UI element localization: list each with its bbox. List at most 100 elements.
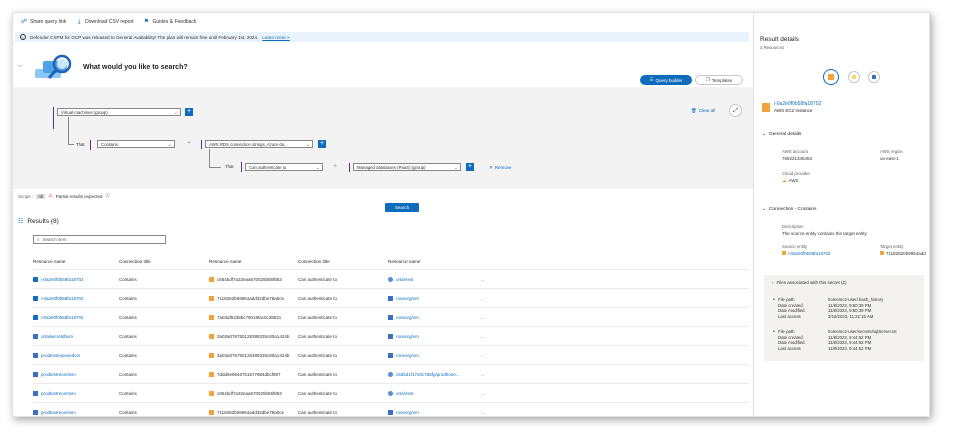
- more-actions-button[interactable]: ...: [481, 403, 501, 416]
- search-icon: ⌕: [37, 237, 40, 242]
- connection-title: Can authenticate to: [298, 371, 338, 377]
- chevron-down-icon: ⌄: [453, 164, 458, 171]
- resource-link[interactable]: roneorg/vm: [388, 403, 478, 416]
- resource-link[interactable]: roneorg/vm: [388, 308, 478, 326]
- templates-toggle[interactable]: ❐ Templates: [695, 75, 743, 85]
- table-row[interactable]: i-0a2e0f0b58fa18702 Contains 7118282b59954…: [33, 289, 749, 308]
- table-row[interactable]: ortalsecretdbvm Contains 3a03a076750128389…: [33, 327, 749, 346]
- general-details-title: General details: [769, 132, 802, 137]
- resource-cell: 7118282b59954add32dbe78a0ce: [209, 403, 297, 416]
- results-search-input[interactable]: ⌕ Search item: [33, 235, 166, 244]
- more-actions-button[interactable]: ...: [481, 346, 501, 364]
- share-query-link-button[interactable]: ☍ Share query link: [21, 19, 66, 25]
- resource-link[interactable]: prodtestrecentvm: [33, 365, 118, 383]
- more-actions-button[interactable]: ...: [481, 365, 501, 383]
- vm-resource-tab[interactable]: [868, 71, 880, 83]
- connection-title: Contains: [119, 276, 137, 282]
- resource-name: c5d5d1f17d4c756fg/prodhone...: [396, 371, 460, 377]
- add-condition-button[interactable]: +: [466, 163, 474, 171]
- file-icon: [209, 390, 214, 396]
- query-builder-toggle[interactable]: ☰ Query builder: [640, 75, 692, 85]
- source-entity-label: Source entity: [782, 244, 808, 249]
- resource-name: 7118282b59954add32dbe78a0ce: [217, 295, 284, 301]
- table-row[interactable]: i-0a2e0f0b58fa18702 Contains c854bdf7a32ea…: [33, 270, 749, 289]
- resource-link[interactable]: ortal-test: [388, 384, 478, 402]
- table-row[interactable]: prodtestrecentvm Contains c854bdf7a32eaa67…: [33, 384, 749, 403]
- results-header: ☷ Results (8): [18, 218, 59, 225]
- relation-select[interactable]: Contains ⌄: [97, 140, 175, 148]
- table-row[interactable]: prodtestrecentvm Contains 7118282b59954add…: [33, 403, 749, 416]
- column-header[interactable]: Connection title: [298, 253, 386, 269]
- download-csv-button[interactable]: ⤓ Download CSV report: [76, 19, 134, 25]
- files-section: › Files associated with this secret (2) …: [764, 275, 924, 361]
- tree-line: [68, 117, 69, 145]
- file-field-value: 11/8/2023, 9:44:52 PM: [828, 334, 872, 340]
- relation-value: Contains: [101, 141, 118, 147]
- general-details-toggle[interactable]: ⌄ General details: [762, 132, 801, 137]
- ec2-resource-tab[interactable]: [823, 69, 839, 85]
- connection-toggle[interactable]: ⌄ Connection - Contains: [762, 207, 817, 212]
- expand-icon[interactable]: ⤢: [729, 104, 742, 117]
- resource-link[interactable]: prodtestexposedvm: [33, 346, 118, 364]
- table-row[interactable]: i-0a2e0f0b58fa18702 Contains 7a03af5338bc7…: [33, 308, 749, 327]
- column-header[interactable]: Connection title: [119, 253, 207, 269]
- result-details-panel: Result details 3 Resources i-0a2e0f0b58f…: [754, 13, 929, 416]
- s3-resource-tab[interactable]: [848, 71, 860, 83]
- remove-button[interactable]: ✕ Remove: [489, 165, 512, 171]
- connection-title: Contains: [119, 333, 137, 339]
- resource-cell: 7a03af5338bc79019fac0c38531: [209, 308, 297, 326]
- relation-select[interactable]: Can authenticate to ⌄: [245, 163, 323, 171]
- more-actions-button[interactable]: ...: [481, 289, 501, 307]
- resource-name: prodtestrecentvm: [41, 409, 76, 415]
- table-row[interactable]: prodtestexposedvm Contains 3a03a0767501283…: [33, 346, 749, 365]
- resource-name-link[interactable]: i-0a2e0f0b58fa18702: [774, 101, 821, 107]
- more-actions-button[interactable]: ...: [481, 308, 501, 326]
- templates-icon: ❐: [705, 77, 710, 82]
- resource-link[interactable]: prodtestrecentvm: [33, 403, 118, 416]
- resource-link[interactable]: i-0a2e0f0b58fa18702: [33, 289, 118, 307]
- learn-more-link[interactable]: Learn more >: [262, 35, 289, 40]
- resource-link[interactable]: roneorg/vm: [388, 327, 478, 345]
- resource-type-select[interactable]: Virtual machines (group) ⌄: [57, 108, 181, 116]
- file-field-value: 11/8/2023, 9:44:52 PM: [828, 340, 872, 345]
- resource-link[interactable]: prodtestrecentvm: [33, 384, 118, 402]
- chevron-down-icon: ⌄: [305, 141, 310, 148]
- connection-title: Can authenticate to: [298, 409, 338, 415]
- ec2-icon: [33, 295, 38, 301]
- guides-feedback-button[interactable]: ⚑ Guides & Feedback: [144, 19, 197, 25]
- column-header[interactable]: Resource name: [209, 253, 297, 269]
- resource-link[interactable]: ortal-test: [388, 270, 478, 288]
- group-indicator: [201, 140, 203, 149]
- entity-select[interactable]: Managed databases (PaaS) (group) ⌄: [353, 163, 461, 171]
- scope-value[interactable]: All: [36, 193, 46, 199]
- resource-link[interactable]: ortalsecretdbvm: [33, 327, 118, 345]
- file-icon: [209, 333, 214, 339]
- aws-account-label: AWS account: [782, 149, 808, 154]
- file-field-label: Last access: [778, 345, 801, 351]
- source-entity-link[interactable]: i-0a2e0f0b58fa18702: [782, 251, 831, 256]
- column-header[interactable]: Resource name: [388, 253, 478, 269]
- files-toggle[interactable]: › Files associated with this secret (2): [772, 280, 847, 285]
- more-actions-button[interactable]: ...: [481, 270, 501, 288]
- resource-link[interactable]: i-0a2e0f0b58fa18702: [33, 308, 118, 326]
- collapse-chevron-icon[interactable]: ⌵: [18, 63, 23, 70]
- resource-link[interactable]: c5d5d1f17d4c756fg/prodhone...: [388, 365, 478, 383]
- info-icon: ⓘ: [105, 193, 111, 198]
- search-button[interactable]: Search: [385, 203, 419, 212]
- scope-bar: Scope : All ⚠ Partial results expected ⓘ: [18, 193, 110, 199]
- resource-link[interactable]: i-0a2e0f0b58fa18702: [33, 270, 118, 288]
- column-header[interactable]: Resource name: [33, 253, 118, 269]
- add-condition-button[interactable]: +: [185, 108, 193, 116]
- table-row[interactable]: prodtestrecentvm Contains 7ddd6e96467b1677…: [33, 365, 749, 384]
- resource-link[interactable]: roneorg/vm: [388, 346, 478, 364]
- resource-name: 7118282b59954add32dbe78a0ce: [217, 409, 284, 415]
- more-actions-button[interactable]: ...: [481, 327, 501, 345]
- entity-select[interactable]: AWS RDS connection strings, Azure da... …: [205, 140, 313, 148]
- more-actions-button[interactable]: ...: [481, 384, 501, 402]
- resource-name: i-0a2e0f0b58fa18702: [41, 276, 84, 282]
- clear-all-button[interactable]: 🗑︎ Clear all: [691, 108, 715, 114]
- resource-type: AWS EC2 Instance: [774, 108, 813, 113]
- tree-line: [209, 167, 221, 168]
- add-condition-button[interactable]: +: [318, 140, 326, 148]
- resource-link[interactable]: roneorg/vm: [388, 289, 478, 307]
